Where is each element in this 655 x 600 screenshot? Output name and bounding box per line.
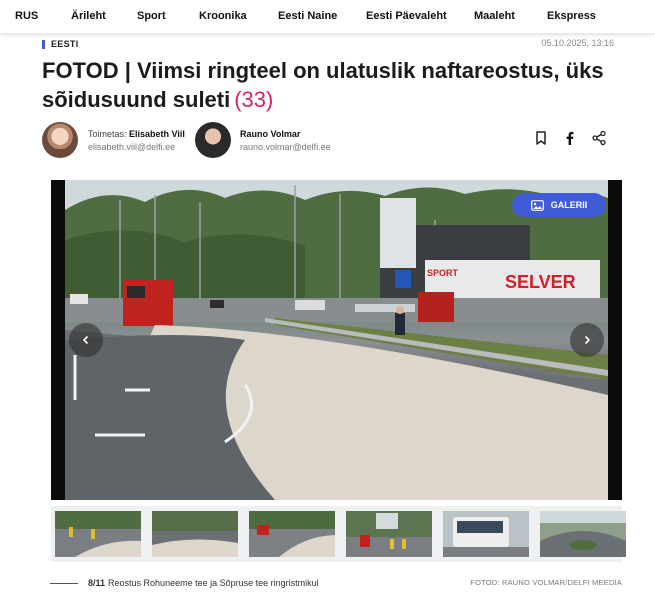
photo-gallery[interactable]: SELVER SPORT GALERII: [51, 180, 622, 500]
section-name: EESTI: [51, 39, 79, 49]
caption-divider: [50, 582, 78, 584]
share-icon[interactable]: [591, 130, 607, 146]
gallery-button-label: GALERII: [550, 200, 588, 210]
comment-count[interactable]: (33): [234, 87, 273, 112]
avatar[interactable]: [42, 122, 78, 158]
author-email[interactable]: elisabeth.viil@delfi.ee: [88, 141, 185, 154]
section-label[interactable]: EESTI: [42, 39, 79, 49]
publish-date: 05.10.2025, 13:16: [541, 38, 614, 48]
author-block: Toimetas: Elisabeth Viil elisabeth.viil@…: [88, 128, 185, 154]
author-block: Rauno Volmar rauno.volmar@delfi.ee: [240, 128, 331, 154]
bookmark-icon[interactable]: [533, 130, 549, 146]
nav-item-ekspress[interactable]: Ekspress: [547, 10, 596, 22]
gallery-thumbnail[interactable]: [55, 511, 141, 557]
store-sign-secondary: SPORT: [427, 268, 459, 278]
caption-text: Reostus Rohuneeme tee ja Sõpruse tee rin…: [108, 578, 319, 588]
nav-item-eesti-naine[interactable]: Eesti Naine: [278, 10, 337, 22]
nav-item-arileht[interactable]: Ärileht: [71, 10, 106, 22]
nav-item-kroonika[interactable]: Kroonika: [199, 10, 247, 22]
photo-credit: FOTOD: RAUNO VOLMAR/DELFI MEEDIA: [470, 578, 622, 587]
author-email[interactable]: rauno.volmar@delfi.ee: [240, 141, 331, 154]
nav-item-eesti-paevaleht[interactable]: Eesti Päevaleht: [366, 10, 447, 22]
gallery-thumbnail[interactable]: [152, 511, 238, 557]
chevron-left-icon: [82, 335, 89, 345]
avatar[interactable]: [195, 122, 231, 158]
author-name[interactable]: Elisabeth Viil: [129, 129, 185, 139]
image-icon: [530, 199, 544, 211]
chevron-right-icon: [584, 335, 591, 345]
author-name[interactable]: Rauno Volmar: [240, 128, 331, 141]
section-marker: [42, 39, 45, 49]
gallery-button[interactable]: GALERII: [512, 193, 606, 217]
gallery-thumbnails: [51, 506, 626, 562]
nav-item-rus[interactable]: RUS: [15, 10, 38, 22]
nav-item-maaleht[interactable]: Maaleht: [474, 10, 515, 22]
gallery-next-button[interactable]: [570, 323, 604, 357]
gallery-caption: 8/11 Reostus Rohuneeme tee ja Sõpruse te…: [50, 578, 319, 588]
article-title-text: FOTOD | Viimsi ringteel on ulatuslik naf…: [42, 58, 604, 112]
gallery-prev-button[interactable]: [69, 323, 103, 357]
gallery-thumbnail[interactable]: [540, 511, 626, 557]
facebook-icon[interactable]: [562, 130, 578, 146]
gallery-thumbnail[interactable]: [443, 511, 529, 557]
nav-item-sport[interactable]: Sport: [137, 10, 166, 22]
gallery-thumbnail[interactable]: [249, 511, 335, 557]
top-navigation: RUS Ärileht Sport Kroonika Eesti Naine E…: [0, 0, 655, 33]
author-role: Toimetas:: [88, 129, 127, 139]
store-sign: SELVER: [505, 272, 576, 292]
gallery-main-photo[interactable]: SELVER SPORT: [65, 180, 608, 500]
article-title: FOTOD | Viimsi ringteel on ulatuslik naf…: [42, 56, 622, 114]
gallery-thumbnail[interactable]: [346, 511, 432, 557]
gallery-counter: 8/11: [88, 578, 106, 588]
